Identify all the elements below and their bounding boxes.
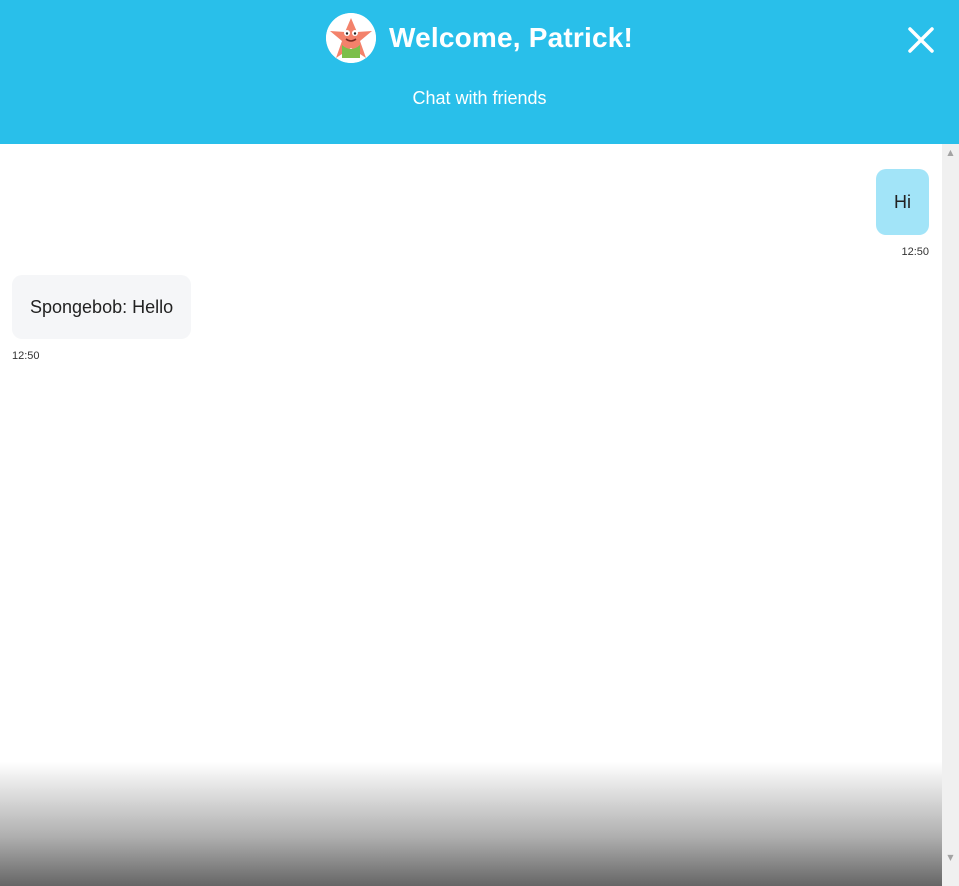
outgoing-message-bubble: Hi — [876, 169, 929, 235]
chat-header: Welcome, Patrick! Chat with friends — [0, 0, 959, 144]
incoming-message-bubble: Spongebob: Hello — [12, 275, 192, 339]
close-icon — [908, 27, 934, 53]
scroll-up-icon[interactable]: ▲ — [942, 144, 959, 161]
vertical-scrollbar[interactable]: ▲ ▼ — [942, 144, 959, 886]
incoming-message-time: 12:50 — [12, 350, 40, 362]
message-list[interactable]: Hi 12:50 Spongebob: Hello 12:50 — [0, 144, 942, 886]
scroll-down-icon[interactable]: ▼ — [942, 849, 959, 866]
outgoing-message-time: 12:50 — [901, 246, 929, 258]
chat-window: Welcome, Patrick! Chat with friends Hi 1… — [0, 0, 959, 886]
page-title: Welcome, Patrick! — [388, 22, 634, 53]
bottom-fade-overlay — [0, 762, 942, 886]
close-button[interactable] — [907, 26, 935, 54]
header-title-row: Welcome, Patrick! — [0, 13, 959, 63]
patrick-avatar-icon — [325, 13, 376, 63]
page-subtitle: Chat with friends — [412, 88, 547, 108]
